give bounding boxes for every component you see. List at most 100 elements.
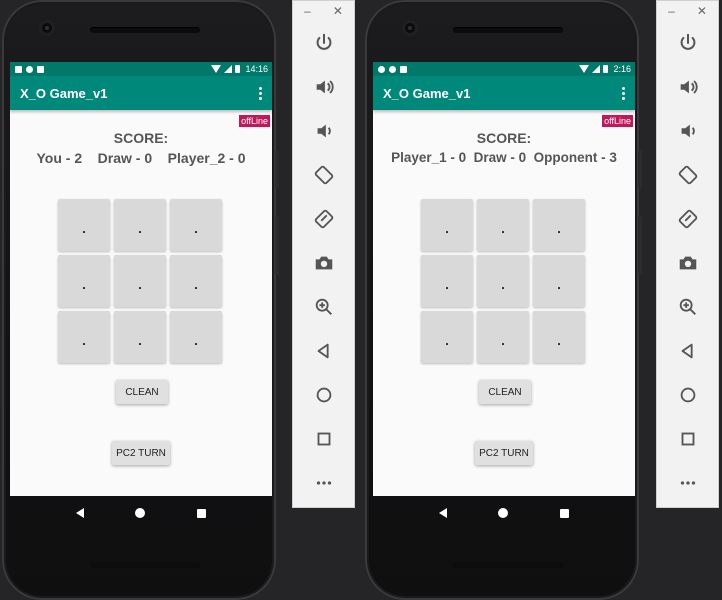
camera-icon[interactable] (293, 241, 354, 285)
board-cell[interactable]: . (421, 311, 473, 363)
notification-icon (15, 65, 22, 73)
status-time: 2:16 (613, 64, 631, 74)
board-cell[interactable]: . (421, 255, 473, 307)
game-board: . . . . . . . . . (58, 199, 222, 363)
status-bar: 14:16 (10, 62, 272, 76)
notification-icon (378, 65, 385, 73)
score-line: You - 2 Draw - 0 Player_2 - 0 (36, 150, 246, 166)
board-cell[interactable]: . (533, 311, 585, 363)
board-cell[interactable]: . (58, 255, 110, 307)
zoom-icon[interactable] (293, 285, 354, 329)
offline-badge: offLine (602, 115, 633, 127)
notification-icon (389, 65, 396, 73)
pc2-turn-button[interactable]: PC2 TURN (475, 441, 533, 465)
board-cell[interactable]: . (533, 199, 585, 251)
android-nav-bar (10, 496, 272, 530)
board-cell[interactable]: . (170, 199, 222, 251)
battery-icon (235, 65, 241, 73)
power-icon[interactable] (293, 21, 354, 65)
phone-device-2: 2:16 X_O Game_v1 offLine SCORE: Player_1… (365, 0, 642, 600)
earpiece-speaker (453, 27, 563, 33)
board-cell[interactable]: . (114, 255, 166, 307)
volume-down-icon[interactable] (657, 109, 718, 153)
more-icon[interactable] (657, 461, 718, 505)
score-line: Player_1 - 0 Draw - 0 Opponent - 3 (391, 150, 617, 165)
nav-recents-icon[interactable] (560, 508, 570, 518)
power-icon[interactable] (657, 21, 718, 65)
board-cell[interactable]: . (114, 311, 166, 363)
board-cell[interactable]: . (170, 311, 222, 363)
back-icon[interactable] (293, 329, 354, 373)
rotate-left-icon[interactable] (657, 153, 718, 197)
phone-screen: 2:16 X_O Game_v1 offLine SCORE: Player_1… (373, 62, 635, 496)
offline-badge: offLine (239, 115, 270, 127)
app-title: X_O Game_v1 (383, 85, 471, 101)
clean-button[interactable]: CLEAN (116, 380, 168, 404)
bottom-speaker (453, 562, 563, 568)
board-cell[interactable]: . (170, 255, 222, 307)
rotate-left-icon[interactable] (293, 153, 354, 197)
signal-icon (592, 65, 601, 73)
board-cell[interactable]: . (533, 255, 585, 307)
app-toolbar: X_O Game_v1 (10, 76, 272, 110)
front-camera (405, 23, 415, 33)
nav-recents-icon[interactable] (197, 508, 207, 518)
rotate-right-icon[interactable] (657, 197, 718, 241)
nav-back-icon[interactable] (438, 508, 447, 518)
board-cell[interactable]: . (58, 311, 110, 363)
nav-back-icon[interactable] (75, 508, 84, 518)
nav-home-icon[interactable] (498, 508, 509, 518)
pc2-turn-button[interactable]: PC2 TURN (112, 441, 170, 465)
camera-icon[interactable] (657, 241, 718, 285)
rotate-right-icon[interactable] (293, 197, 354, 241)
status-bar: 2:16 (373, 62, 635, 76)
close-button[interactable]: ✕ (333, 4, 343, 18)
phone-screen: 14:16 X_O Game_v1 offLine SCORE: You - 2… (10, 62, 272, 496)
minimize-button[interactable]: – (304, 4, 311, 18)
back-icon[interactable] (657, 329, 718, 373)
board-cell[interactable]: . (477, 311, 529, 363)
overflow-menu-icon[interactable] (621, 86, 625, 100)
phone-device-1: 14:16 X_O Game_v1 offLine SCORE: You - 2… (2, 0, 279, 600)
home-icon[interactable] (657, 373, 718, 417)
game-content: offLine SCORE: Player_1 - 0 Draw - 0 Opp… (373, 110, 635, 496)
board-cell[interactable]: . (58, 199, 110, 251)
volume-up-icon[interactable] (293, 65, 354, 109)
signal-icon (224, 65, 233, 73)
app-toolbar: X_O Game_v1 (373, 76, 635, 110)
overview-icon[interactable] (657, 417, 718, 461)
phone-volume-button (275, 215, 279, 275)
game-board: . . . . . . . . . (421, 199, 585, 363)
earpiece-speaker (90, 27, 200, 33)
clean-button[interactable]: CLEAN (479, 380, 531, 404)
minimize-button[interactable]: – (668, 4, 675, 18)
more-icon[interactable] (293, 461, 354, 505)
android-nav-bar (373, 496, 635, 530)
app-title: X_O Game_v1 (20, 85, 108, 101)
notification-icon (26, 65, 33, 73)
board-cell[interactable]: . (421, 199, 473, 251)
wifi-icon (211, 65, 222, 73)
zoom-icon[interactable] (657, 285, 718, 329)
overflow-menu-icon[interactable] (258, 86, 262, 100)
phone-volume-button (638, 215, 642, 275)
board-cell[interactable]: . (477, 199, 529, 251)
front-camera (42, 23, 52, 33)
volume-up-icon[interactable] (657, 65, 718, 109)
bottom-speaker (90, 562, 200, 568)
sd-card-icon (400, 65, 407, 73)
volume-down-icon[interactable] (293, 109, 354, 153)
score-title: SCORE: (113, 130, 169, 146)
game-content: offLine SCORE: You - 2 Draw - 0 Player_2… (10, 110, 272, 496)
battery-icon (603, 65, 609, 73)
nav-home-icon[interactable] (135, 508, 146, 518)
home-icon[interactable] (293, 373, 354, 417)
board-cell[interactable]: . (477, 255, 529, 307)
overview-icon[interactable] (293, 417, 354, 461)
status-time: 14:16 (245, 64, 268, 74)
board-cell[interactable]: . (114, 199, 166, 251)
phone-side-button (638, 150, 642, 188)
sd-card-icon (37, 65, 44, 73)
phone-side-button (275, 150, 279, 188)
close-button[interactable]: ✕ (697, 4, 707, 18)
